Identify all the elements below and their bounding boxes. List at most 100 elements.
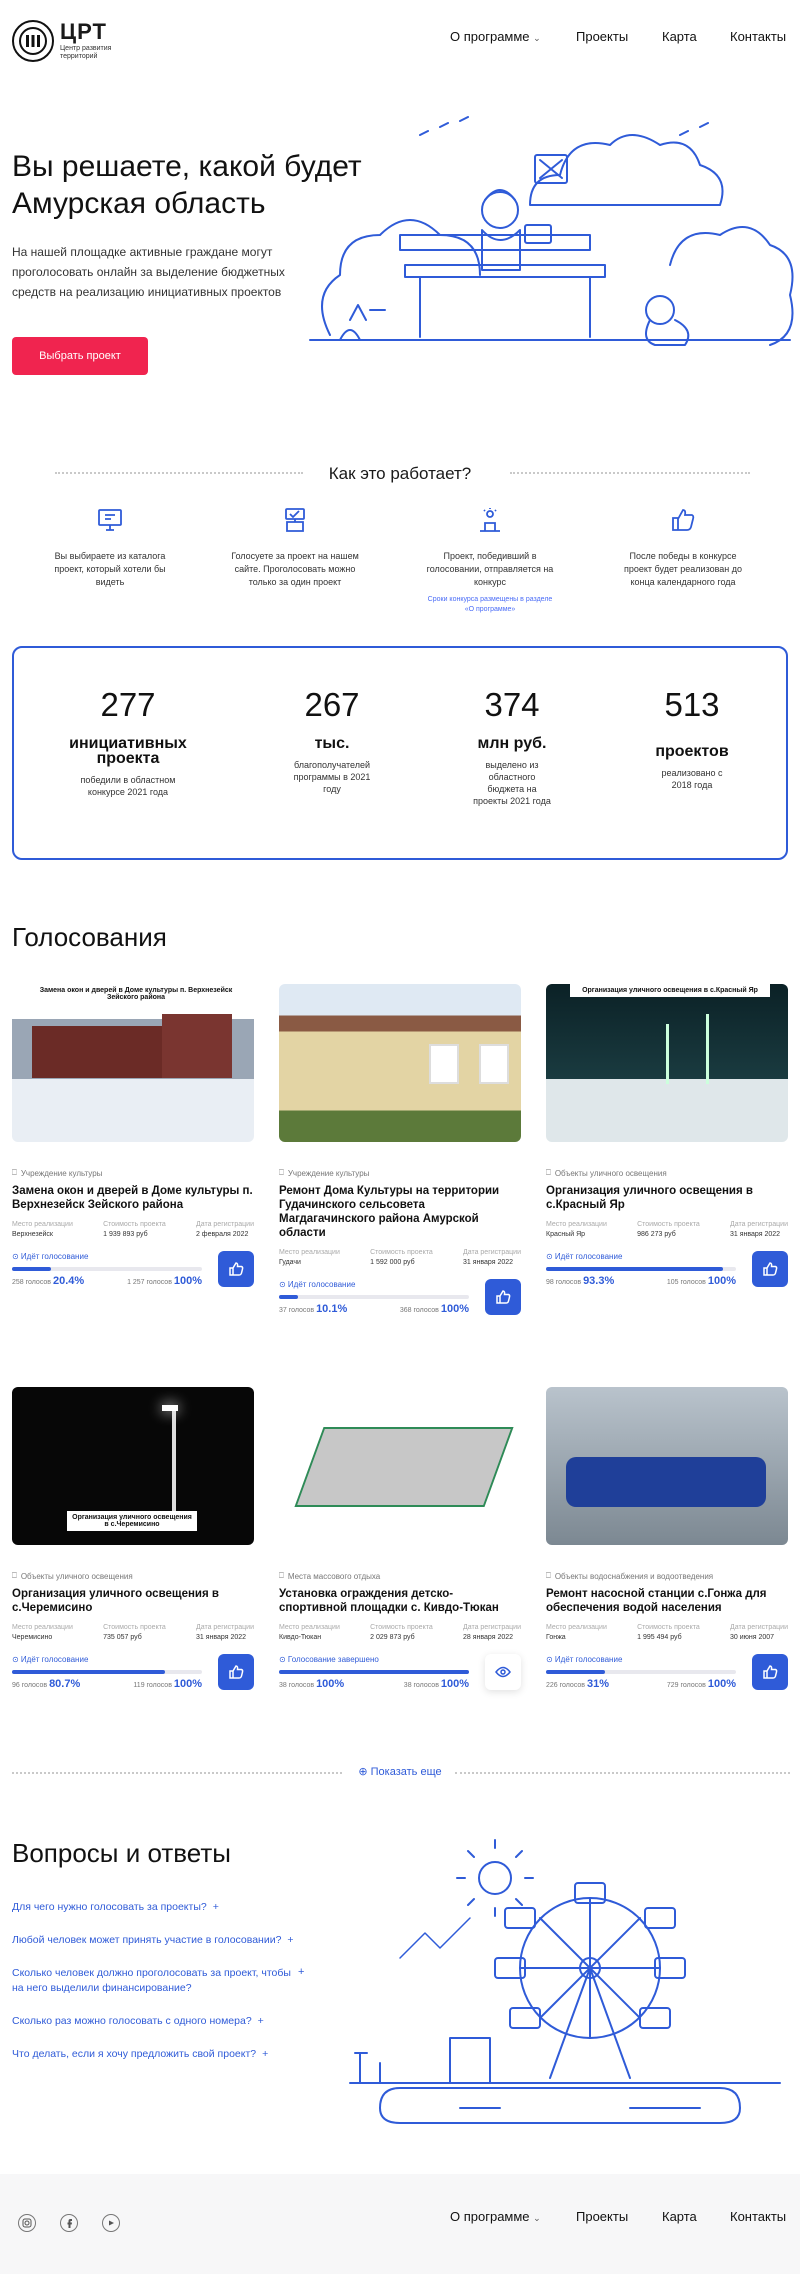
project-image[interactable]: Организация уличного освещения в с.Красн… bbox=[546, 984, 788, 1142]
vote-status: ⊙ Идёт голосование bbox=[279, 1280, 356, 1289]
voting-title: Голосования bbox=[12, 922, 167, 952]
stat-3-unit: млн руб. bbox=[477, 735, 547, 752]
stat-4-number: 513 bbox=[664, 686, 720, 723]
project-category: ⎕ Объекты уличного освещения bbox=[12, 1571, 133, 1581]
project-title[interactable]: Организация уличного освещения в с.Красн… bbox=[546, 1184, 788, 1212]
vote-progress-fill bbox=[546, 1267, 724, 1271]
meta-date: Дата регистрации 2 февраля 2022 bbox=[195, 1221, 254, 1238]
project-meta: Место реализации Кивдо-Тюкан Стоимость пр… bbox=[279, 1623, 521, 1643]
footer-nav-contacts[interactable]: Контакты bbox=[730, 2209, 786, 2224]
vote-card[interactable]: Замена окон и дверей в Доме культуры п. … bbox=[12, 984, 254, 1287]
vote-status: ⊙ Идёт голосование bbox=[546, 1252, 623, 1261]
thumbs-up-icon bbox=[229, 1262, 244, 1276]
vote-progress-bar bbox=[12, 1267, 202, 1271]
vote-counts: 37 голосов 10.1% 368 голосов 100% bbox=[279, 1303, 469, 1315]
vote-card[interactable]: ⎕ Места массового отдыха Установка огражд… bbox=[279, 1387, 521, 1690]
stat-4-unit: проектов bbox=[655, 743, 729, 760]
hero-illustration bbox=[309, 116, 794, 346]
eye-icon bbox=[495, 1666, 511, 1678]
youtube-icon[interactable] bbox=[102, 2214, 120, 2232]
faq-item-4[interactable]: Сколько раз можно голосовать с одного но… bbox=[12, 2014, 312, 2029]
votes-target: 729 голосов 100% bbox=[666, 1678, 736, 1690]
votes-current: 98 голосов 93.3% bbox=[546, 1275, 615, 1287]
meta-date: Дата регистрации 31 января 2022 bbox=[729, 1221, 788, 1238]
faq-item-5[interactable]: Что делать, если я хочу предложить свой … bbox=[12, 2047, 312, 2062]
stat-4: 513 проектов реализовано с 2018 года bbox=[612, 686, 772, 791]
contest-dates-link[interactable]: Сроки конкурса размещены в разделе «О пр… bbox=[425, 595, 555, 615]
vote-progress-bar bbox=[279, 1295, 469, 1299]
like-button[interactable] bbox=[218, 1251, 254, 1287]
project-image[interactable]: Организация уличного освещения в с.Черем… bbox=[12, 1387, 254, 1545]
stat-2-number: 267 bbox=[304, 686, 360, 723]
meta-place: Место реализации Гудачи bbox=[279, 1249, 340, 1266]
project-meta: Место реализации Черемисино Стоимость про… bbox=[12, 1623, 254, 1643]
faq-item-1[interactable]: Для чего нужно голосовать за проекты? + bbox=[12, 1900, 312, 1915]
stat-2-unit: тыс. bbox=[314, 735, 350, 752]
logo[interactable]: ЦРТ Центр развития территорий bbox=[12, 20, 120, 62]
like-button[interactable] bbox=[485, 1279, 521, 1315]
project-meta: Место реализации Верхнезейск Стоимость пр… bbox=[12, 1220, 254, 1240]
project-image[interactable] bbox=[279, 984, 521, 1142]
instagram-icon[interactable] bbox=[18, 2214, 36, 2232]
choose-project-button[interactable]: Выбрать проект bbox=[12, 337, 148, 375]
like-button[interactable] bbox=[752, 1654, 788, 1690]
project-image[interactable]: Замена окон и дверей в Доме культуры п. … bbox=[12, 984, 254, 1142]
plus-circle-icon: ⊕ bbox=[358, 1766, 368, 1778]
vote-status: ⊙ Идёт голосование bbox=[12, 1252, 89, 1261]
chevron-down-icon: ⌄ bbox=[533, 32, 541, 43]
vote-status: ⊙ Идёт голосование bbox=[12, 1655, 89, 1664]
ferris-wheel-illustration bbox=[349, 1839, 781, 2124]
meta-cost: Стоимость проекта 735 057 руб bbox=[103, 1624, 166, 1641]
like-button[interactable] bbox=[218, 1654, 254, 1690]
footer-nav-projects[interactable]: Проекты bbox=[576, 2209, 628, 2224]
meta-place: Место реализации Черемисино bbox=[12, 1624, 73, 1641]
votes-current: 258 голосов 20.4% bbox=[12, 1275, 85, 1287]
vote-card[interactable]: Организация уличного освещения в с.Черем… bbox=[12, 1387, 254, 1690]
project-meta: Место реализации Гонжа Стоимость проекта 1… bbox=[546, 1623, 788, 1643]
nav-projects[interactable]: Проекты bbox=[576, 29, 628, 44]
thumbs-up-icon bbox=[763, 1665, 778, 1679]
meta-place: Место реализации Красный Яр bbox=[546, 1221, 607, 1238]
faq-item-3[interactable]: Сколько человек должно проголосовать за … bbox=[12, 1966, 292, 1996]
votes-target: 38 голосов 100% bbox=[403, 1678, 469, 1690]
vote-counts: 98 голосов 93.3% 105 голосов 100% bbox=[546, 1275, 736, 1287]
plus-icon: + bbox=[257, 2015, 264, 2027]
nav-about[interactable]: О программе ⌄ bbox=[450, 29, 541, 44]
project-title[interactable]: Организация уличного освещения в с.Черем… bbox=[12, 1587, 254, 1615]
vote-card[interactable]: Организация уличного освещения в с.Красн… bbox=[546, 984, 788, 1287]
vote-card[interactable]: ⎕ Объекты водоснабжения и водоотведения Р… bbox=[546, 1387, 788, 1690]
step-4-text: После победы в конкурсе проект будет реа… bbox=[623, 551, 743, 587]
nav-map[interactable]: Карта bbox=[662, 29, 697, 44]
meta-place: Место реализации Гонжа bbox=[546, 1624, 607, 1641]
project-title[interactable]: Ремонт насосной станции с.Гонжа для обес… bbox=[546, 1587, 788, 1615]
project-title[interactable]: Установка ограждения детско-спортивной п… bbox=[279, 1587, 521, 1615]
logo-title: ЦРТ bbox=[60, 19, 107, 45]
faq-item-2[interactable]: Любой человек может принять участие в го… bbox=[12, 1933, 312, 1948]
facebook-icon[interactable] bbox=[60, 2214, 78, 2232]
vote-progress-bar bbox=[12, 1670, 202, 1674]
faq-title: Вопросы и ответы bbox=[12, 1838, 231, 1868]
votes-target: 1 257 голосов 100% bbox=[127, 1275, 202, 1287]
chevron-down-icon: ⌄ bbox=[533, 2212, 541, 2223]
vote-status: ⊙ Идёт голосование bbox=[546, 1655, 623, 1664]
vote-card[interactable]: ⎕ Учреждение культуры Ремонт Дома Культур… bbox=[279, 984, 521, 1315]
like-button[interactable] bbox=[752, 1251, 788, 1287]
stat-2-desc: благополучателей программы в 2021 году bbox=[293, 760, 371, 794]
project-title[interactable]: Ремонт Дома Культуры на территории Гудач… bbox=[279, 1184, 521, 1240]
view-button[interactable] bbox=[485, 1654, 521, 1690]
thumbs-up-icon bbox=[763, 1262, 778, 1276]
meta-date: Дата регистрации 30 июня 2007 bbox=[729, 1624, 788, 1641]
image-caption: Замена окон и дверей в Доме культуры п. … bbox=[36, 984, 236, 1004]
project-image[interactable] bbox=[546, 1387, 788, 1545]
show-more-button[interactable]: ⊕ Показать еще bbox=[0, 1765, 800, 1778]
footer-nav-about[interactable]: О программе ⌄ bbox=[450, 2209, 541, 2224]
meta-date: Дата регистрации 28 января 2022 bbox=[462, 1624, 521, 1641]
footer-nav-map[interactable]: Карта bbox=[662, 2209, 697, 2224]
vote-status: ⊙ Голосование завершено bbox=[279, 1655, 379, 1664]
nav-contacts[interactable]: Контакты bbox=[730, 29, 786, 44]
thumbs-up-icon bbox=[496, 1290, 511, 1304]
project-image[interactable] bbox=[279, 1387, 521, 1545]
project-title[interactable]: Замена окон и дверей в Доме культуры п. … bbox=[12, 1184, 254, 1212]
plus-icon: + bbox=[298, 1966, 305, 1978]
step-2-text: Голосуете за проект на нашем сайте. Прог… bbox=[231, 551, 359, 587]
